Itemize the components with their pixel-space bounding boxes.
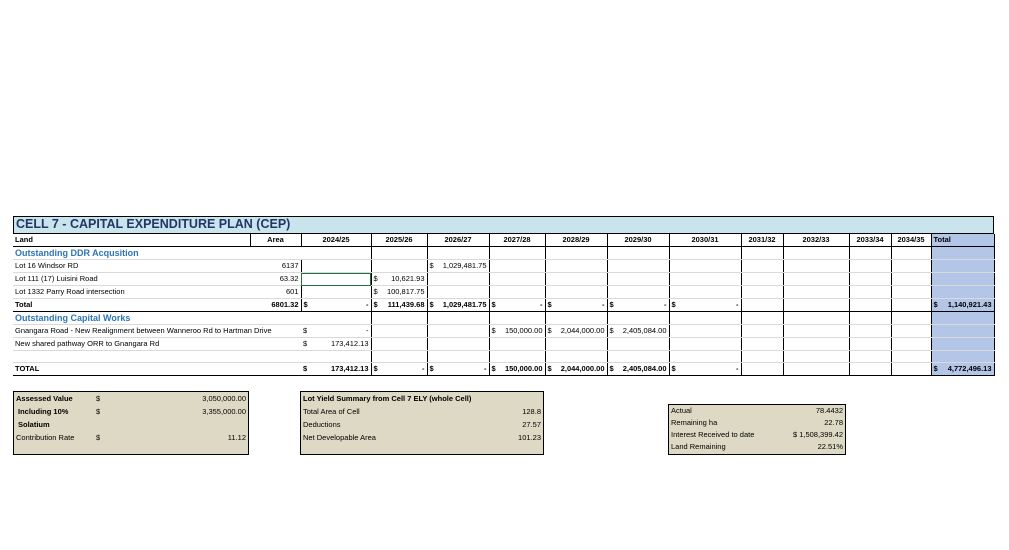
sheet-title: CELL 7 - CAPITAL EXPENDITURE PLAN (CEP)	[13, 216, 994, 234]
money-cell: $ -	[427, 362, 490, 376]
total-row: Total 6801.32 $ - $111,439.68 $1,029,481.…	[13, 298, 995, 312]
row-label: New shared pathway ORR to Gnangara Rd	[13, 337, 301, 351]
section-ddr: Outstanding DDR Acqusition	[13, 246, 301, 260]
header-year: 2028/29	[545, 234, 608, 247]
header-year: 2025/26	[371, 234, 428, 247]
assessed-row: Solatium	[18, 420, 50, 429]
money-cell: $ -	[489, 298, 546, 312]
table-row: Gnangara Road - New Realignment between …	[13, 324, 995, 338]
header-year: 2029/30	[607, 234, 670, 247]
money-cell: $1,029,481.75	[427, 259, 490, 273]
row-area: 6137	[250, 259, 302, 273]
money-cell: $150,000.00	[489, 324, 546, 338]
lot-yield-row: Net Developable Area 101.23	[303, 433, 541, 442]
header-year: 2032/33	[783, 234, 850, 247]
section-row: Outstanding Capital Works	[13, 311, 995, 325]
actual-row: Land Remaining 22.51%	[671, 442, 843, 451]
total-area: 6801.32	[250, 298, 302, 312]
money-cell: $ -	[545, 298, 608, 312]
header-total: Total	[931, 234, 995, 247]
table-row: New shared pathway ORR to Gnangara Rd $1…	[13, 337, 995, 351]
header-area: Area	[249, 234, 302, 247]
money-cell: $ -	[669, 362, 742, 376]
actual-row: Interest Received to date $ 1,508,399.42	[671, 430, 843, 439]
section-capital: Outstanding Capital Works	[13, 311, 301, 325]
money-cell: $150,000.00	[489, 362, 546, 376]
money-cell: $173,412.13	[301, 362, 372, 376]
money-cell: $10,621.93	[371, 272, 428, 286]
row-area: 601	[250, 285, 302, 299]
row-label: Lot 1332 Parry Road intersection	[13, 285, 250, 299]
cep-sheet: CELL 7 - CAPITAL EXPENDITURE PLAN (CEP) …	[13, 216, 995, 376]
lot-yield-summary: Lot Yield Summary from Cell 7 ELY (whole…	[300, 391, 544, 455]
money-cell: $ -	[669, 298, 742, 312]
money-cell: $111,439.68	[371, 298, 428, 312]
selected-cell[interactable]	[301, 272, 372, 286]
money-cell: $2,405,084.00	[607, 362, 670, 376]
total-row: TOTAL $173,412.13 $ - $ - $150,000.00 $2,0…	[13, 362, 995, 376]
actual-row: Actual 78.4432	[671, 406, 843, 415]
grand-total: $1,140,921.43	[931, 298, 995, 312]
row-label: Lot 111 (17) Luisini Road	[13, 272, 250, 286]
section-row: Outstanding DDR Acqusition	[13, 246, 995, 260]
total-label: TOTAL	[13, 362, 301, 376]
actual-summary: Actual 78.4432 Remaining ha 22.78 Interest…	[668, 404, 846, 455]
assessed-row: Assessed Value $3,050,000.00	[16, 394, 246, 403]
header-year: 2024/25	[301, 234, 372, 247]
money-cell: $ -	[301, 298, 372, 312]
money-cell: $173,412.13	[301, 337, 372, 351]
money-cell: $2,405,084.00	[607, 324, 670, 338]
header-year: 2030/31	[669, 234, 742, 247]
row-label: Lot 16 Windsor RD	[13, 259, 250, 273]
table-row: Lot 1332 Parry Road intersection 601 $10…	[13, 285, 995, 299]
money-cell: $100,817.75	[371, 285, 428, 299]
row-label: Gnangara Road - New Realignment between …	[13, 324, 301, 338]
assessed-row: Including 10% $3,355,000.00	[18, 407, 246, 416]
header-year: 2026/27	[427, 234, 490, 247]
table-row: Lot 111 (17) Luisini Road 63.32 $10,621.…	[13, 272, 995, 286]
lot-yield-row: Total Area of Cell 128.8	[303, 407, 541, 416]
header-year: 2027/28	[489, 234, 546, 247]
money-cell: $ -	[301, 324, 372, 338]
assessed-value-box: Assessed Value $3,050,000.00 Including 10…	[13, 391, 249, 455]
header-land: Land	[13, 234, 250, 247]
cep-table: Land Area 2024/25 2025/26 2026/27 2027/2…	[13, 234, 995, 376]
lot-yield-title: Lot Yield Summary from Cell 7 ELY (whole…	[303, 394, 472, 403]
grand-total: $4,772,496.13	[931, 362, 995, 376]
table-row: Lot 16 Windsor RD 6137 $1,029,481.75	[13, 259, 995, 273]
money-cell: $1,029,481.75	[427, 298, 490, 312]
lot-yield-row: Deductions 27.57	[303, 420, 541, 429]
money-cell: $ -	[371, 362, 428, 376]
header-year: 2034/35	[891, 234, 932, 247]
actual-row: Remaining ha 22.78	[671, 418, 843, 427]
table-row	[13, 350, 995, 363]
header-year: 2031/32	[741, 234, 784, 247]
money-cell: $ -	[607, 298, 670, 312]
money-cell: $2,044,000.00	[545, 324, 608, 338]
assessed-row: Contribution Rate $11.12	[16, 433, 246, 442]
row-area: 63.32	[250, 272, 302, 286]
header-year: 2033/34	[849, 234, 892, 247]
total-label: Total	[13, 298, 250, 312]
money-cell: $2,044,000.00	[545, 362, 608, 376]
header-row: Land Area 2024/25 2025/26 2026/27 2027/2…	[13, 234, 995, 247]
